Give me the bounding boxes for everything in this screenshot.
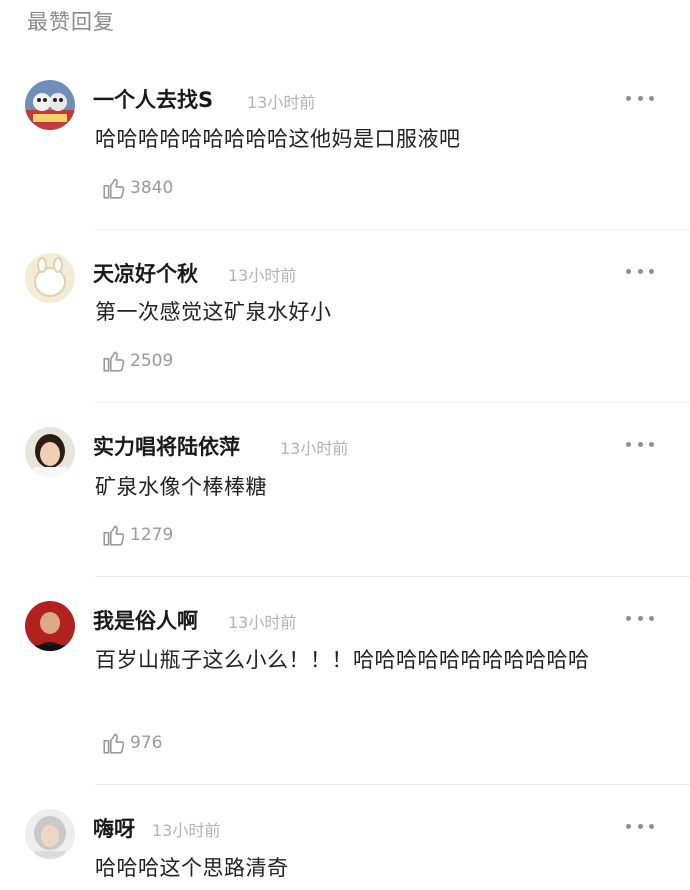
man-portrait-avatar-icon (25, 601, 75, 651)
divider (95, 229, 690, 230)
divider (95, 576, 690, 577)
divider (95, 402, 690, 403)
username[interactable]: 一个人去找S (93, 84, 213, 114)
username[interactable]: 天凉好个秋 (93, 258, 198, 288)
beige-cartoon-avatar-icon (25, 253, 75, 303)
woman-portrait-avatar-icon (25, 427, 75, 477)
timestamp: 13小时前 (247, 93, 316, 112)
thumbs-up-icon (103, 178, 125, 199)
avatar[interactable] (25, 601, 75, 651)
cartoon-avatar-icon (25, 80, 75, 130)
comment-text: 哈哈哈哈哈哈哈哈哈这他妈是口服液吧 (95, 127, 461, 151)
username[interactable]: 实力唱将陆依萍 (93, 431, 240, 461)
like-button[interactable]: 1279 (101, 522, 173, 548)
more-options-icon[interactable] (626, 267, 654, 275)
comment-text: 第一次感觉这矿泉水好小 (95, 300, 332, 324)
avatar[interactable] (25, 253, 75, 303)
like-count: 3840 (130, 178, 174, 198)
divider (95, 784, 690, 785)
avatar[interactable] (25, 80, 75, 130)
timestamp: 13小时前 (280, 439, 349, 458)
like-count: 976 (130, 733, 163, 753)
like-button[interactable]: 2509 (101, 348, 173, 374)
timestamp: 13小时前 (228, 613, 297, 632)
thumbs-up-icon (103, 525, 125, 546)
section-title: 最赞回复 (27, 10, 115, 34)
gray-hair-portrait-avatar-icon (25, 809, 75, 859)
like-button[interactable]: 976 (101, 730, 162, 756)
comment-text: 百岁山瓶子这么小么！！！哈哈哈哈哈哈哈哈哈哈哈 (95, 648, 590, 672)
username[interactable]: 嗨呀 (93, 813, 135, 843)
timestamp: 13小时前 (228, 266, 297, 285)
more-options-icon[interactable] (626, 440, 654, 448)
like-count: 1279 (130, 525, 174, 545)
comment-text: 矿泉水像个棒棒糖 (95, 475, 267, 499)
more-options-icon[interactable] (626, 822, 654, 830)
avatar[interactable] (25, 427, 75, 477)
thumbs-up-icon (103, 733, 125, 754)
avatar[interactable] (25, 809, 75, 859)
like-button[interactable]: 3840 (101, 175, 173, 201)
more-options-icon[interactable] (626, 94, 654, 102)
username[interactable]: 我是俗人啊 (93, 605, 198, 635)
comment-text: 哈哈哈这个思路清奇 (95, 856, 289, 880)
thumbs-up-icon (103, 351, 125, 372)
timestamp: 13小时前 (152, 821, 221, 840)
replies-page: 最赞回复 一个人去找S 13小时前 哈哈哈哈哈哈哈哈哈这他妈是口服液吧 3840 (0, 0, 690, 890)
like-count: 2509 (130, 351, 174, 371)
more-options-icon[interactable] (626, 614, 654, 622)
